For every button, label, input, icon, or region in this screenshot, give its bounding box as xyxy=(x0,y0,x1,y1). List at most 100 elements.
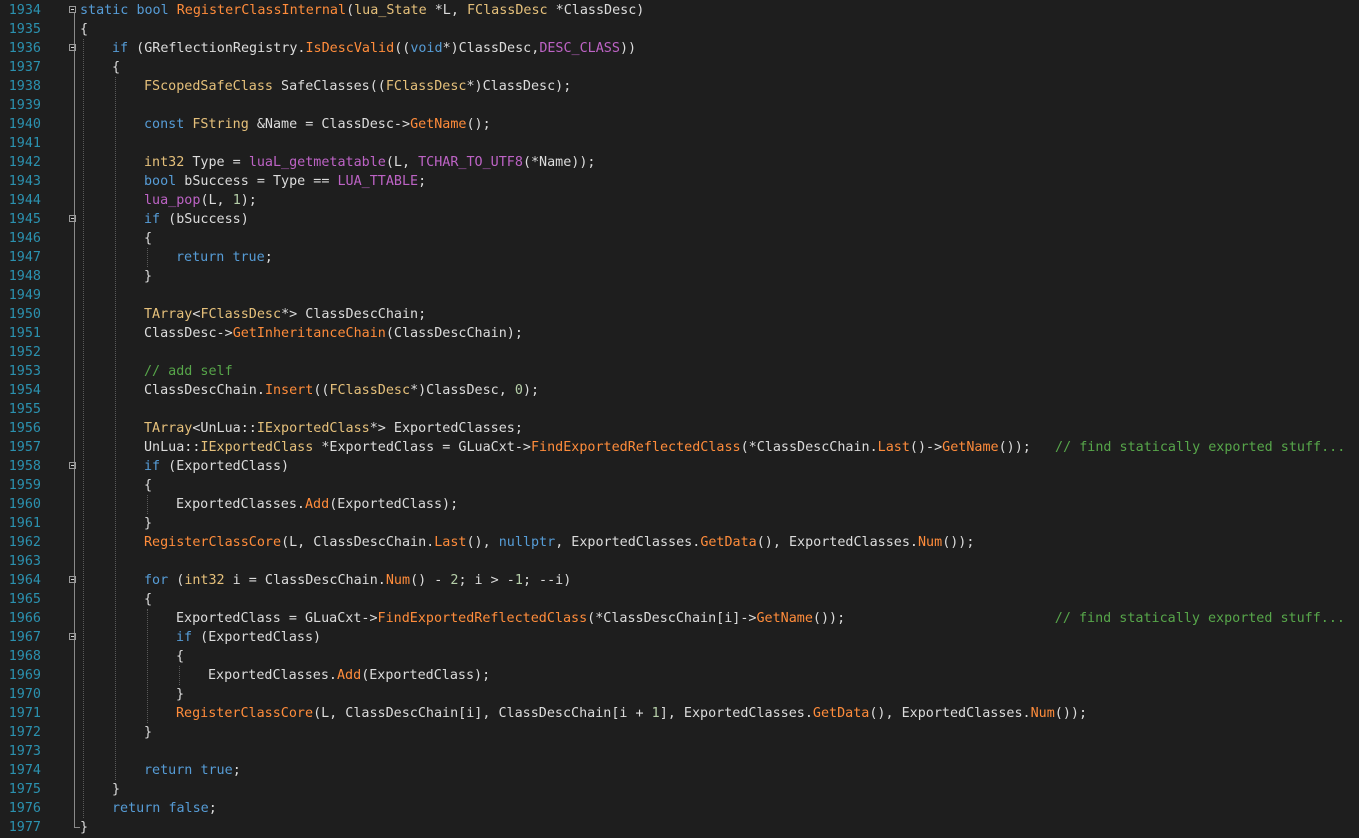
code-line[interactable]: 1946 { xyxy=(0,229,1359,248)
fold-toggle-icon[interactable] xyxy=(69,633,76,640)
code-line[interactable]: 1944 lua_pop(L, 1); xyxy=(0,191,1359,210)
code-token: // find statically exported stuff... xyxy=(1054,611,1345,626)
code-token: (( xyxy=(313,383,330,398)
code-line[interactable]: 1973 xyxy=(0,742,1359,761)
code-line[interactable]: 1964 for (int32 i = ClassDescChain.Num() … xyxy=(0,571,1359,590)
code-line[interactable]: 1956 TArray<UnLua::IExportedClass*> Expor… xyxy=(0,419,1359,438)
code-line[interactable]: 1939 xyxy=(0,96,1359,115)
code-line[interactable]: 1974 return true; xyxy=(0,761,1359,780)
code-token: if xyxy=(144,459,161,474)
fold-toggle-icon[interactable] xyxy=(69,44,76,51)
code-text: return true; xyxy=(176,248,273,267)
code-token: ; xyxy=(418,174,427,189)
code-line[interactable]: 1967 if (ExportedClass) xyxy=(0,628,1359,647)
code-line[interactable]: 1938 FScopedSafeClass SafeClasses((FClass… xyxy=(0,77,1359,96)
code-token: *L, xyxy=(426,3,467,18)
line-number: 1977 xyxy=(8,820,41,835)
code-token: ClassDesc-> xyxy=(144,326,233,341)
code-line[interactable]: 1948} xyxy=(0,267,1359,286)
fold-toggle-icon[interactable] xyxy=(69,462,76,469)
code-line[interactable]: 1960 ExportedClasses.Add(ExportedClass); xyxy=(0,495,1359,514)
code-token: 1 xyxy=(651,706,660,721)
line-number: 1952 xyxy=(8,345,41,360)
code-text: TArray<UnLua::IExportedClass*> ExportedC… xyxy=(144,419,523,438)
code-line[interactable]: 1945 if (bSuccess) xyxy=(0,210,1359,229)
code-line[interactable]: 1966 ExportedClass = GLuaCxt->FindExporte… xyxy=(0,609,1359,628)
code-line[interactable]: 1963 xyxy=(0,552,1359,571)
code-text: if (bSuccess) xyxy=(144,210,249,229)
line-number: 1954 xyxy=(8,383,41,398)
code-token: (ExportedClass); xyxy=(329,497,459,512)
code-line[interactable]: 1968 { xyxy=(0,647,1359,666)
code-line[interactable]: 1943 bool bSuccess = Type == LUA_TTABLE; xyxy=(0,172,1359,191)
code-token: (ExportedClass) xyxy=(192,630,322,645)
code-line[interactable]: 1950 TArray<FClassDesc*> ClassDescChain; xyxy=(0,305,1359,324)
fold-toggle-icon[interactable] xyxy=(69,576,76,583)
code-token: Insert xyxy=(264,383,314,398)
code-token: } xyxy=(144,725,153,740)
code-token: ExportedClasses. xyxy=(208,668,337,683)
code-line[interactable]: 1975} xyxy=(0,780,1359,799)
code-line[interactable]: 1959 { xyxy=(0,476,1359,495)
line-number: 1945 xyxy=(8,212,41,227)
code-token: if xyxy=(144,212,161,227)
code-token: (L, xyxy=(385,155,419,170)
code-token: FString xyxy=(192,117,249,132)
code-line[interactable]: 1935 { xyxy=(0,20,1359,39)
fold-toggle-icon[interactable] xyxy=(69,6,76,13)
code-token: { xyxy=(80,22,89,37)
code-line[interactable]: 1949 xyxy=(0,286,1359,305)
code-token: false xyxy=(168,801,209,816)
code-line[interactable]: 1962 RegisterClassCore(L, ClassDescChain.… xyxy=(0,533,1359,552)
code-line[interactable]: 1953 // add self xyxy=(0,362,1359,381)
code-text: return false; xyxy=(112,799,217,818)
code-token: (); xyxy=(466,117,491,132)
code-token: GetName xyxy=(942,440,999,455)
code-line[interactable]: 1976 return false; xyxy=(0,799,1359,818)
line-number: 1972 xyxy=(8,725,41,740)
line-number: 1939 xyxy=(8,98,41,113)
code-token: *> ExportedClasses; xyxy=(369,421,523,436)
code-token: 1 xyxy=(232,193,241,208)
code-line[interactable]: 1970} xyxy=(0,685,1359,704)
code-line[interactable]: 1971 RegisterClassCore(L, ClassDescChain[… xyxy=(0,704,1359,723)
line-number: 1946 xyxy=(8,231,41,246)
code-token: FClassDesc xyxy=(385,79,467,94)
code-line[interactable]: 1934 static bool RegisterClassInternal(lu… xyxy=(0,1,1359,20)
code-line[interactable]: 1955 xyxy=(0,400,1359,419)
code-line[interactable]: 1957 UnLua::IExportedClass *ExportedClass… xyxy=(0,438,1359,457)
code-editor[interactable]: 1934 static bool RegisterClassInternal(lu… xyxy=(0,0,1359,838)
code-token: int32 xyxy=(144,155,185,170)
code-token: DESC_CLASS xyxy=(539,41,620,56)
code-token: bool xyxy=(144,174,177,189)
code-line[interactable]: 1942 int32 Type = luaL_getmetatable(L, TC… xyxy=(0,153,1359,172)
code-line[interactable]: 1952 xyxy=(0,343,1359,362)
code-line[interactable]: 1941 xyxy=(0,134,1359,153)
code-token: GetData xyxy=(812,706,870,721)
code-line[interactable]: 1977} xyxy=(0,818,1359,837)
line-number: 1964 xyxy=(8,573,41,588)
code-line[interactable]: 1936 if (GReflectionRegistry.IsDescValid(… xyxy=(0,39,1359,58)
code-line[interactable]: 1969 ExportedClasses.Add(ExportedClass); xyxy=(0,666,1359,685)
code-token: FScopedSafeClass xyxy=(144,79,273,94)
line-number: 1965 xyxy=(8,592,41,607)
code-line[interactable]: 1940 const FString &Name = ClassDesc->Get… xyxy=(0,115,1359,134)
code-text: { xyxy=(144,590,152,609)
code-text: ClassDescChain.Insert((FClassDesc*)Class… xyxy=(144,381,539,400)
code-line[interactable]: 1937 { xyxy=(0,58,1359,77)
code-line[interactable]: 1947 return true; xyxy=(0,248,1359,267)
code-line[interactable]: 1954 ClassDescChain.Insert((FClassDesc*)C… xyxy=(0,381,1359,400)
code-line[interactable]: 1961} xyxy=(0,514,1359,533)
code-token: &Name = ClassDesc-> xyxy=(248,117,411,132)
code-token: lua_pop xyxy=(144,193,201,208)
line-number: 1971 xyxy=(8,706,41,721)
fold-toggle-icon[interactable] xyxy=(69,215,76,222)
code-token: Num xyxy=(385,573,411,588)
code-line[interactable]: 1951 ClassDesc->GetInheritanceChain(Class… xyxy=(0,324,1359,343)
line-number: 1943 xyxy=(8,174,41,189)
code-line[interactable]: 1958 if (ExportedClass) xyxy=(0,457,1359,476)
code-line[interactable]: 1972} xyxy=(0,723,1359,742)
code-line[interactable]: 1965 { xyxy=(0,590,1359,609)
code-token: IsDescValid xyxy=(305,41,395,56)
code-token: // add self xyxy=(144,364,233,379)
